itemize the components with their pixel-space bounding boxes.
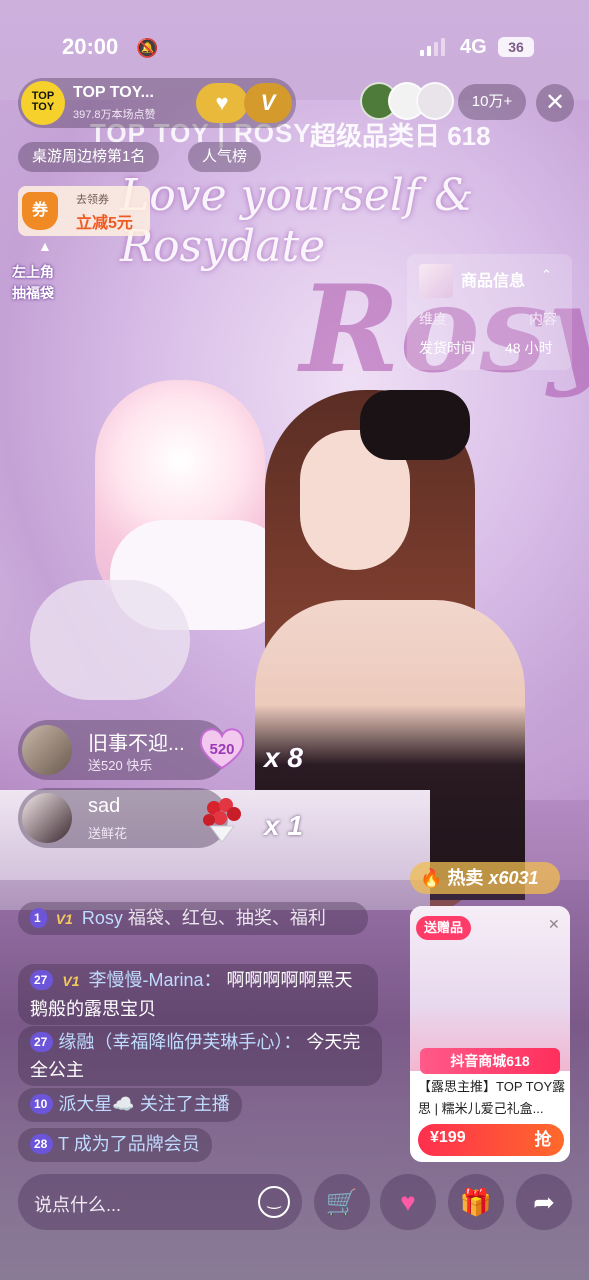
- gift-count: x 1: [264, 810, 303, 841]
- info-value: 内容: [529, 311, 557, 327]
- comment-text: 成为了品牌会员: [73, 1134, 200, 1154]
- gift-count: x 8: [264, 742, 303, 773]
- mute-bell-icon: 🔕: [136, 38, 159, 58]
- lucky-bag-line1: 左上角: [12, 264, 54, 280]
- gifter-name: 旧事不迎...: [88, 733, 185, 755]
- comment-author[interactable]: T: [58, 1134, 69, 1154]
- host-likes: 397.8万本场点赞: [73, 109, 156, 121]
- heart-like-icon[interactable]: ♥: [380, 1174, 436, 1230]
- chevron-up-icon[interactable]: ⌃: [541, 267, 552, 283]
- rank-tag[interactable]: 桌游周边榜第1名: [18, 142, 160, 172]
- gift-box-icon[interactable]: 🎁: [448, 1174, 504, 1230]
- comment-item[interactable]: 27 V1 李慢慢-Marina： 啊啊啊啊啊黑天鹅般的露思宝贝: [18, 964, 378, 1025]
- product-info-panel[interactable]: 商品信息 ⌃ 维度 内容 发货时间 48 小时: [407, 254, 572, 370]
- viewer-count[interactable]: 10万+: [458, 84, 526, 120]
- comment-item[interactable]: 27 缘融（幸福降临伊芙琳手心）： 今天完全公主: [18, 1026, 382, 1086]
- svg-text:520: 520: [209, 741, 234, 758]
- info-value: 48 小时: [505, 340, 553, 356]
- coupon-icon: 券: [22, 192, 58, 230]
- product-title[interactable]: 【露思主推】TOP TOY露思 | 糯米儿爱己礼盒...: [418, 1076, 566, 1120]
- emoji-icon[interactable]: ‿: [258, 1186, 290, 1218]
- gift-desc: 送鲜花: [88, 826, 128, 841]
- bg-event-text: 超级品类日 618: [310, 121, 491, 151]
- level-badge: 1: [30, 908, 47, 928]
- level-badge: 10: [30, 1094, 54, 1114]
- comment-author[interactable]: 缘融（幸福降临伊芙琳手心）：: [58, 1032, 301, 1052]
- follow-button[interactable]: V: [244, 83, 292, 123]
- buy-button[interactable]: ¥199 抢: [418, 1124, 564, 1156]
- product-card[interactable]: 送赠品 ✕ 抖音商城618 【露思主推】TOP TOY露思 | 糯米儿爱己礼盒.…: [410, 906, 570, 1162]
- host-info-pill[interactable]: TOP TOY TOP TOY... 397.8万本场点赞 ♥ V: [18, 78, 296, 128]
- heart-520-icon: 520: [199, 728, 245, 770]
- product-price: ¥199: [430, 1129, 466, 1146]
- product-bag: [30, 580, 190, 700]
- flower-bouquet-icon: [203, 798, 241, 843]
- coupon-widget[interactable]: 券 去领券 立减5元: [18, 186, 150, 236]
- comment-author[interactable]: 李慢慢-Marina：: [89, 970, 222, 990]
- info-key: 发货时间: [419, 340, 475, 356]
- close-icon[interactable]: ✕: [536, 84, 574, 122]
- fire-icon: 🔥: [420, 868, 443, 888]
- promo-banner: 抖音商城618: [420, 1048, 560, 1074]
- comment-text: 福袋、红包、抽奖、福利: [127, 908, 326, 928]
- arrow-up-icon: ▲: [38, 238, 52, 254]
- vip-badge: V1: [55, 911, 73, 927]
- coupon-label: 去领券: [76, 194, 109, 206]
- gift-tag: 送赠品: [416, 916, 472, 940]
- popular-tag[interactable]: 人气榜: [188, 142, 262, 172]
- lucky-bag-line2: 抽福袋: [12, 285, 54, 301]
- signal-icon: [420, 38, 445, 56]
- hair-bow: [360, 390, 470, 460]
- comment-author[interactable]: 派大星☁️: [58, 1094, 134, 1114]
- level-badge: 27: [30, 1032, 54, 1052]
- viewer-avatar[interactable]: [416, 82, 454, 120]
- network-label: 4G: [460, 36, 487, 58]
- battery-icon: 36: [498, 37, 534, 57]
- comment-item[interactable]: 28 T 成为了品牌会员: [18, 1128, 212, 1162]
- gift-desc: 送520 快乐: [88, 758, 153, 773]
- level-badge: 28: [30, 1134, 54, 1154]
- share-icon[interactable]: ➦: [516, 1174, 572, 1230]
- comment-author[interactable]: Rosy: [82, 908, 123, 928]
- status-time: 20:00: [62, 34, 119, 59]
- comment-placeholder: 说点什么...: [34, 1195, 122, 1215]
- close-icon[interactable]: ✕: [548, 916, 560, 933]
- hot-sale-label: 热卖: [447, 868, 484, 888]
- gifter-avatar[interactable]: [22, 725, 72, 775]
- hot-sale-badge: 🔥 热卖 x6031: [410, 862, 560, 894]
- host-name: TOP TOY...: [73, 84, 154, 101]
- fan-club-icon[interactable]: ♥: [196, 83, 248, 123]
- shopping-cart-icon[interactable]: 🛒: [314, 1174, 370, 1230]
- vip-badge: V1: [62, 973, 80, 989]
- comment-item[interactable]: 1 V1 Rosy 福袋、红包、抽奖、福利: [18, 902, 368, 935]
- comment-item[interactable]: 10 派大星☁️ 关注了主播: [18, 1088, 242, 1122]
- host-avatar[interactable]: TOP TOY: [21, 81, 65, 125]
- buy-label: 抢: [534, 1130, 552, 1149]
- comment-input[interactable]: 说点什么... ‿: [18, 1174, 302, 1230]
- product-thumbnail: [419, 264, 453, 298]
- lucky-bag-hint[interactable]: 左上角 抽福袋: [12, 262, 54, 304]
- comment-text: 关注了主播: [139, 1094, 230, 1114]
- coupon-discount: 立减5元: [76, 215, 133, 232]
- gifter-name: sad: [88, 795, 121, 817]
- gifter-avatar[interactable]: [22, 793, 72, 843]
- hot-sale-count: x6031: [488, 868, 539, 888]
- info-key: 维度: [419, 311, 447, 327]
- level-badge: 27: [30, 970, 54, 990]
- product-info-title: 商品信息: [461, 273, 526, 290]
